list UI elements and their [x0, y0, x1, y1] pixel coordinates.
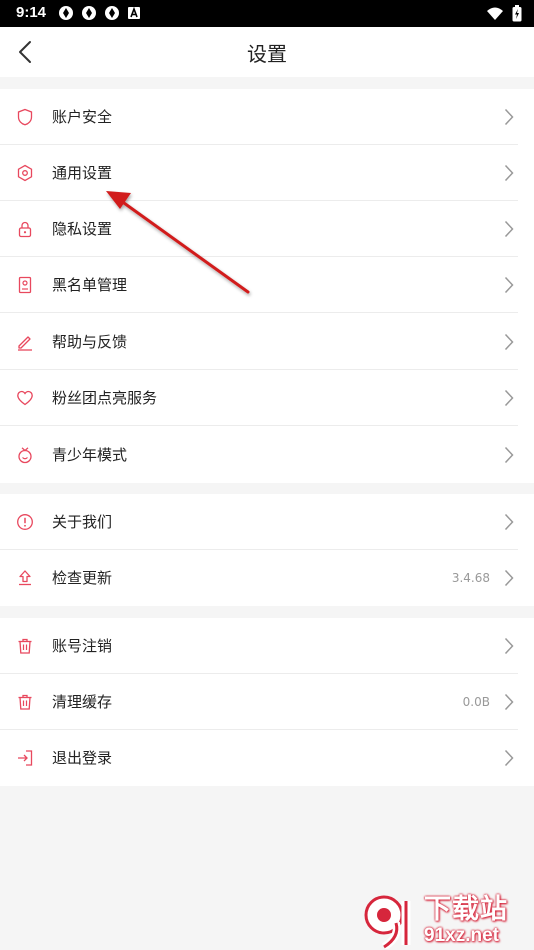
wifi-icon [487, 7, 503, 20]
chevron-right-icon [502, 636, 516, 656]
settings-row-blacklist[interactable]: 黑名单管理 [0, 257, 534, 313]
app-notification-icon [82, 6, 96, 20]
row-label: 账号注销 [52, 637, 113, 655]
watermark: 下载站 91xz.net [362, 893, 508, 949]
chevron-right-icon [502, 332, 516, 352]
settings-row-fan-club[interactable]: 粉丝团点亮服务 [0, 370, 534, 426]
row-label: 检查更新 [52, 569, 113, 587]
row-label: 帮助与反馈 [52, 333, 128, 351]
settings-row-clear-cache[interactable]: 清理缓存 0.0B [0, 674, 534, 730]
info-icon [16, 513, 34, 531]
battery-charging-icon [512, 5, 522, 22]
lock-icon [16, 220, 34, 238]
row-label: 清理缓存 [52, 693, 113, 711]
chevron-right-icon [502, 692, 516, 712]
blacklist-book-icon [16, 276, 34, 294]
app-notification-icon [105, 6, 119, 20]
watermark-domain: 91xz.net [424, 925, 499, 946]
pencil-icon [16, 333, 34, 351]
settings-group-account: 账户安全 通用设置 隐私设置 黑名单管理 帮助与反馈 粉丝团点亮服务 青少年模式 [0, 89, 534, 483]
settings-row-account-security[interactable]: 账户安全 [0, 89, 534, 145]
chevron-right-icon [502, 445, 516, 465]
version-value: 3.4.68 [451, 571, 490, 585]
settings-row-about-us[interactable]: 关于我们 [0, 494, 534, 550]
hexagon-settings-icon [16, 164, 34, 182]
page-title: 设置 [247, 42, 287, 66]
row-label: 青少年模式 [52, 446, 128, 464]
settings-row-privacy[interactable]: 隐私设置 [0, 201, 534, 257]
header-bar: 设置 [0, 27, 534, 77]
watermark-title: 下载站 [424, 894, 508, 925]
chevron-right-icon [502, 748, 516, 768]
row-label: 关于我们 [52, 513, 113, 531]
row-label: 退出登录 [52, 749, 113, 767]
youth-mode-icon [16, 446, 34, 464]
a-notification-icon [128, 6, 140, 19]
settings-row-check-update[interactable]: 检查更新 3.4.68 [0, 550, 534, 606]
status-time: 9:14 [16, 4, 47, 21]
divider [0, 312, 518, 313]
chevron-right-icon [502, 275, 516, 295]
row-label: 通用设置 [52, 164, 113, 182]
chevron-right-icon [502, 219, 516, 239]
upload-icon [16, 569, 34, 587]
chevron-right-icon [502, 107, 516, 127]
system-status-icons [486, 5, 522, 22]
notification-icons [58, 5, 141, 21]
shield-icon [16, 108, 34, 126]
trash-icon [16, 637, 34, 655]
settings-row-logout[interactable]: 退出登录 [0, 730, 534, 786]
chevron-right-icon [502, 512, 516, 532]
chevron-right-icon [502, 163, 516, 183]
status-bar: 9:14 [0, 0, 534, 27]
settings-group-account-actions: 账号注销 清理缓存 0.0B 退出登录 [0, 618, 534, 786]
watermark-logo-icon [364, 895, 411, 949]
chevron-right-icon [502, 388, 516, 408]
settings-row-general[interactable]: 通用设置 [0, 145, 534, 201]
logout-icon [16, 749, 34, 767]
chevron-right-icon [502, 568, 516, 588]
row-label: 隐私设置 [52, 220, 113, 238]
app-notification-icon [59, 6, 73, 20]
settings-row-cancel-account[interactable]: 账号注销 [0, 618, 534, 674]
row-label: 黑名单管理 [52, 276, 128, 294]
settings-group-about: 关于我们 检查更新 3.4.68 [0, 494, 534, 606]
row-label: 账户安全 [52, 108, 113, 126]
settings-row-youth-mode[interactable]: 青少年模式 [0, 427, 534, 483]
settings-row-help-feedback[interactable]: 帮助与反馈 [0, 314, 534, 370]
cache-size-value: 0.0B [462, 695, 490, 709]
divider [0, 425, 518, 426]
heart-icon [16, 389, 34, 407]
row-label: 粉丝团点亮服务 [52, 389, 158, 407]
trash-icon [16, 693, 34, 711]
